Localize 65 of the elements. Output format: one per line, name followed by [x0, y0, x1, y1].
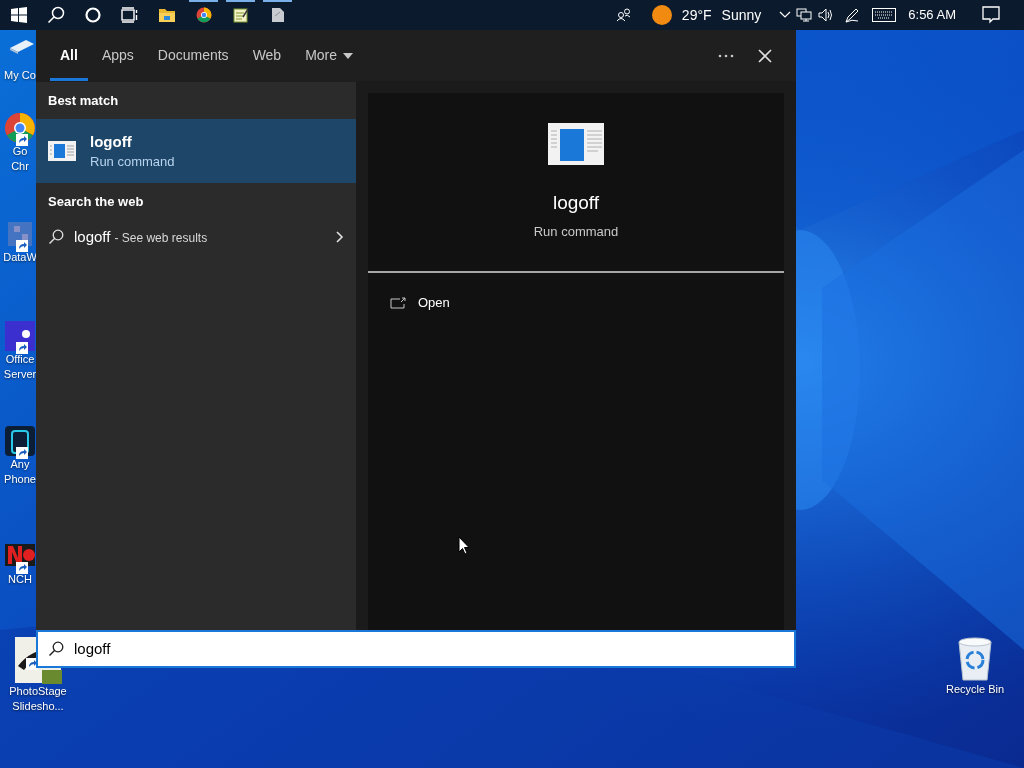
shortcut-icon [16, 342, 28, 354]
icon-label: Server [3, 367, 37, 382]
result-title: logoff [90, 131, 133, 152]
icon-label: Recycle Bin [945, 682, 1005, 697]
icon-label: My Co [4, 68, 36, 83]
volume-icon[interactable] [818, 8, 835, 22]
filter-tab[interactable]: Documents [145, 30, 241, 81]
filter-tab[interactable]: All [48, 30, 90, 81]
people-icon[interactable] [615, 8, 632, 22]
filter-tab[interactable]: Web [240, 30, 294, 81]
icon-label: Go [12, 144, 28, 159]
search-icon [48, 641, 64, 657]
weather-condition-text: Sunny [721, 5, 762, 25]
result-item[interactable]: logoff - See web results [36, 219, 356, 255]
window-icon [48, 140, 76, 161]
preview-subtitle: Run command [533, 222, 619, 241]
sun-icon[interactable] [651, 5, 672, 25]
section-heading: Search the web [47, 192, 145, 211]
search-icon [46, 6, 65, 24]
icon-label: NCH [8, 572, 32, 587]
chrome-icon [195, 7, 212, 23]
shortcut-icon [16, 240, 28, 252]
result-item[interactable]: logoff Run command [36, 118, 356, 183]
caret-icon [343, 52, 354, 59]
windows-icon [10, 7, 27, 23]
result-title: logoff [74, 226, 111, 247]
icon-label: DataW [3, 250, 37, 265]
shortcut-icon [16, 447, 28, 459]
search-field[interactable]: logoff [74, 637, 784, 661]
circle-icon [84, 7, 101, 23]
notification-icon[interactable] [982, 6, 1000, 24]
network-icon[interactable] [796, 8, 813, 22]
chevron-up-icon[interactable] [779, 11, 792, 19]
document-icon [270, 7, 285, 23]
chevron-right-icon [336, 231, 344, 243]
window-icon [548, 123, 604, 165]
cursor-icon [458, 536, 470, 555]
temperature-text: 29°F [681, 5, 712, 25]
preview-title: logoff [552, 191, 600, 215]
filter-tab[interactable]: More [293, 30, 366, 81]
icon-label: Phone [4, 472, 36, 487]
shortcut-icon [16, 562, 28, 574]
clock-text[interactable]: 6:56 AM [908, 5, 956, 25]
recycle-bin-icon[interactable] [955, 636, 995, 682]
more-options-icon[interactable] [718, 53, 734, 58]
icon-label: Slidesho... [12, 699, 64, 714]
pen-icon[interactable] [844, 7, 861, 23]
filter-tab[interactable]: Apps [89, 30, 146, 81]
search-icon [48, 229, 64, 245]
open-action[interactable]: Open [390, 287, 762, 319]
result-subtitle: Run command [90, 152, 175, 171]
icon-label: Chr [11, 159, 29, 174]
task-view-icon [121, 7, 138, 23]
close-icon[interactable] [758, 48, 772, 63]
shortcut-icon [16, 134, 28, 146]
keyboard-icon[interactable] [872, 8, 897, 22]
result-subtitle: - See web results [114, 229, 208, 247]
icon-label: PhotoStage [9, 684, 67, 699]
folder-icon [157, 7, 176, 23]
notepad-icon [232, 7, 249, 23]
section-heading: Best match [47, 92, 120, 110]
icon-label: Any [10, 457, 30, 472]
search-box[interactable]: logoff [36, 630, 796, 668]
icon-label: Office [5, 352, 35, 367]
open-icon [390, 297, 406, 309]
